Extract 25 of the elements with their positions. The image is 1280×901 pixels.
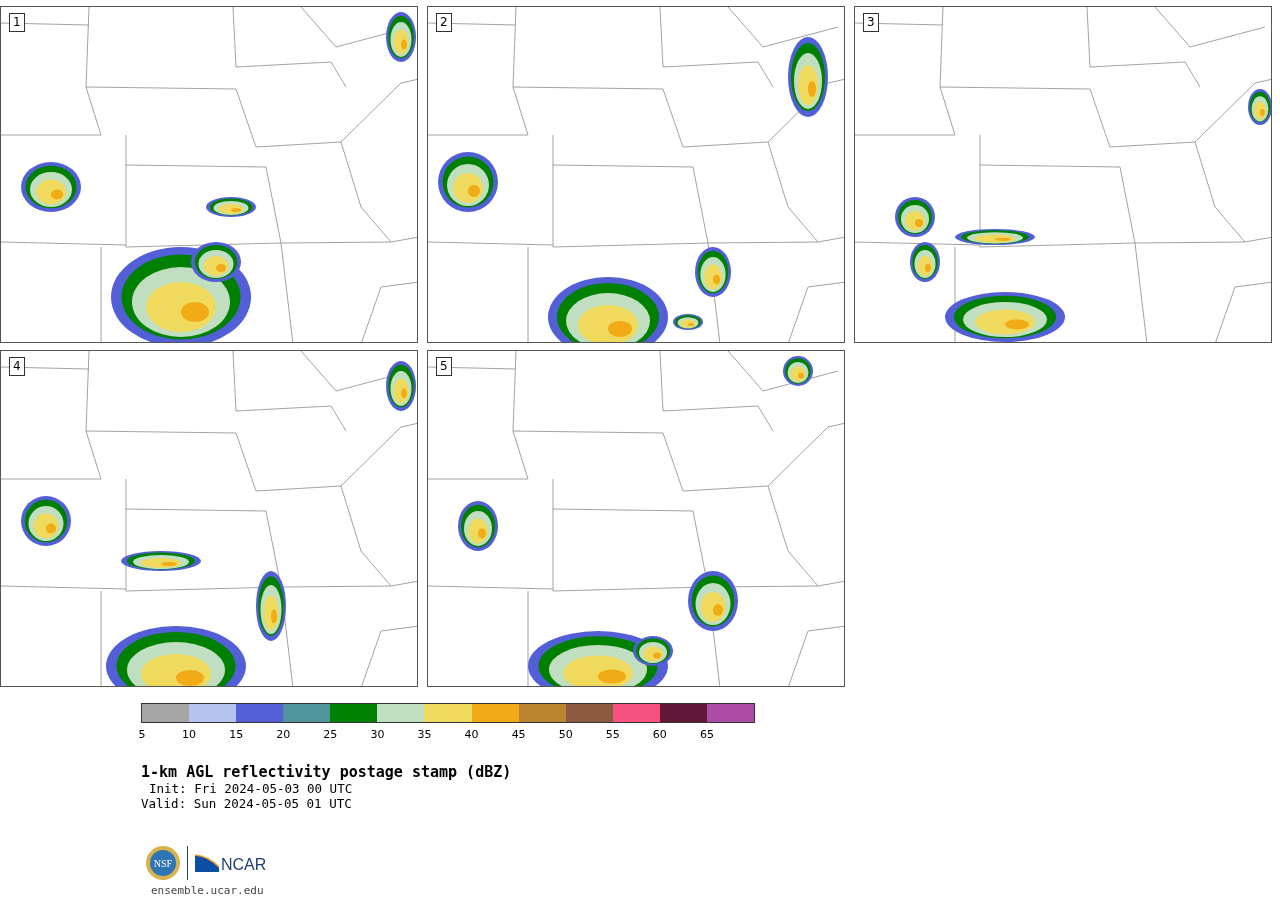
panel-number: 5 <box>436 357 452 376</box>
colorbar-tick-label: 15 <box>229 729 244 741</box>
ncar-swoosh-icon <box>194 853 220 873</box>
panel-number: 4 <box>9 357 25 376</box>
colorbar-tick-label: 20 <box>276 729 291 741</box>
colorbar-tick-label: 65 <box>699 729 714 741</box>
panel-number: 3 <box>863 13 879 32</box>
colorbar-tick-label: 40 <box>464 729 479 741</box>
panel-number: 2 <box>436 13 452 32</box>
ncar-logo: NCAR <box>194 853 267 873</box>
colorbar-tick-label: 10 <box>182 729 197 741</box>
init-time: Init: Fri 2024-05-03 00 UTC <box>148 781 354 796</box>
colorbar-tick-label: 50 <box>558 729 573 741</box>
panel-number: 1 <box>9 13 25 32</box>
valid-time: Valid: Sun 2024-05-05 01 UTC <box>141 796 353 811</box>
chart-title: 1-km AGL reflectivity postage stamp (dBZ) <box>141 763 513 781</box>
colorbar-tick-label: 30 <box>370 729 385 741</box>
website-url: ensemble.ucar.edu <box>151 884 265 897</box>
colorbar-tick-label: 55 <box>605 729 620 741</box>
nsf-logo: NSF <box>145 845 181 881</box>
colorbar-tick-label: 45 <box>511 729 526 741</box>
colorbar-tick-label: 25 <box>323 729 338 741</box>
colorbar-tick-label: 35 <box>417 729 432 741</box>
colorbar-tick-label: 5 <box>138 729 146 741</box>
colorbar-tick-label: 60 <box>652 729 667 741</box>
